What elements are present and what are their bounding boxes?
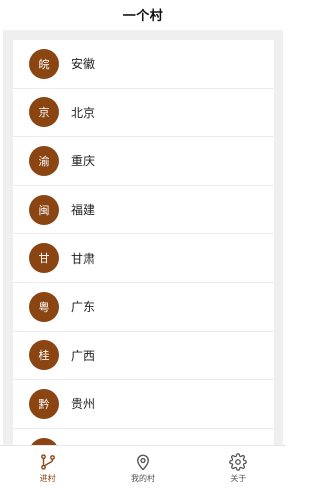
province-name: 重庆 (71, 154, 96, 169)
province-avatar: 皖 (29, 48, 59, 79)
tab-label: 进村 (39, 474, 56, 483)
list-item[interactable]: 甘 甘肃 (13, 234, 274, 283)
province-name: 广东 (71, 300, 96, 315)
province-avatar: 琼 (29, 437, 59, 445)
tab-enter-village[interactable]: 进村 (0, 446, 95, 491)
list-item[interactable]: 琼 (13, 429, 274, 445)
province-name: 福建 (71, 203, 96, 218)
header-bar: 一个村 (0, 0, 286, 28)
list-item[interactable]: 桂 广西 (13, 332, 274, 381)
list-item[interactable]: 皖 安徽 (13, 40, 274, 89)
province-avatar: 粤 (29, 291, 59, 322)
province-avatar: 闽 (29, 194, 59, 225)
tab-label: 关于 (230, 474, 247, 483)
province-name: 安徽 (71, 57, 96, 72)
branch-icon (39, 453, 57, 471)
tab-about[interactable]: 关于 (191, 446, 286, 491)
list-item[interactable]: 粤 广东 (13, 283, 274, 332)
province-avatar: 桂 (29, 340, 59, 371)
province-name: 广西 (71, 348, 96, 363)
list-item[interactable]: 渝 重庆 (13, 137, 274, 186)
province-avatar: 甘 (29, 243, 59, 274)
tab-label: 我的村 (130, 474, 155, 483)
bottom-tab-bar: 进村 我的村 关于 (0, 445, 286, 491)
app-screen: 一个村 皖 安徽 京 北京 渝 重庆 闽 福建 甘 甘肃 粤 广东 桂 广西 黔… (0, 0, 286, 491)
content-area[interactable]: 皖 安徽 京 北京 渝 重庆 闽 福建 甘 甘肃 粤 广东 桂 广西 黔 贵州 (3, 30, 283, 445)
province-name: 北京 (71, 105, 96, 120)
list-item[interactable]: 黔 贵州 (13, 380, 274, 429)
province-avatar: 渝 (29, 145, 59, 176)
province-avatar: 京 (29, 97, 59, 128)
province-list: 皖 安徽 京 北京 渝 重庆 闽 福建 甘 甘肃 粤 广东 桂 广西 黔 贵州 (13, 40, 274, 445)
page-title: 一个村 (122, 8, 164, 24)
location-pin-icon (134, 453, 152, 471)
tab-my-village[interactable]: 我的村 (95, 446, 190, 491)
list-item[interactable]: 京 北京 (13, 89, 274, 138)
province-name: 贵州 (71, 397, 96, 412)
list-item[interactable]: 闽 福建 (13, 186, 274, 235)
province-name: 甘肃 (71, 251, 96, 266)
gear-icon (229, 453, 248, 471)
province-avatar: 黔 (29, 388, 59, 419)
